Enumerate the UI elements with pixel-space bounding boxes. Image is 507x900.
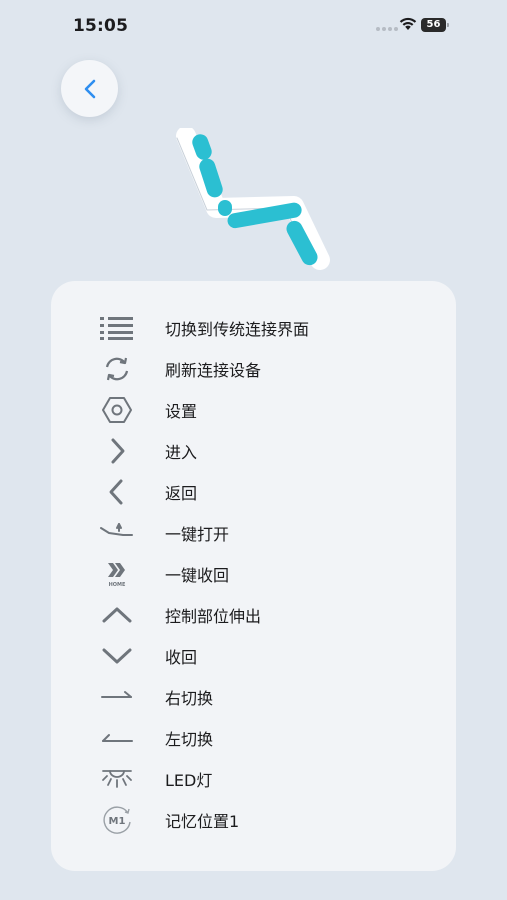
legend-label: 进入 <box>165 443 198 462</box>
hexagon-nut-icon <box>97 392 137 428</box>
back-button[interactable] <box>61 60 118 117</box>
legend-item-refresh: 刷新连接设备 <box>51 349 456 389</box>
m1-icon-text: M1 <box>109 816 126 827</box>
status-bar: 15:05 56 <box>0 0 507 52</box>
legend-label: 收回 <box>165 648 198 667</box>
legend-item-one-key-open: 一键打开 <box>51 513 456 553</box>
home-icon-text: HOME <box>109 582 126 588</box>
home-return-icon: HOME <box>97 556 137 592</box>
legend-item-return: 返回 <box>51 472 456 512</box>
arrow-left-switch-icon <box>97 720 137 756</box>
legend-item-memory-1: M1 记忆位置1 <box>51 800 456 840</box>
status-time: 15:05 <box>73 16 129 36</box>
refresh-icon <box>97 351 137 387</box>
chevron-up-icon <box>97 597 137 633</box>
arrow-right-switch-icon <box>97 679 137 715</box>
battery-icon: 56 <box>421 18 449 32</box>
legend-item-retract: 收回 <box>51 636 456 676</box>
legend-card: 切换到传统连接界面 刷新连接设备 设置 进入 返回 一键打开 HOME 一键收回… <box>51 281 456 871</box>
legend-label: 右切换 <box>165 689 214 708</box>
legend-item-led: LED灯 <box>51 759 456 799</box>
legend-item-enter: 进入 <box>51 431 456 471</box>
legend-label: LED灯 <box>165 771 213 790</box>
cellular-dots-icon <box>376 27 398 31</box>
chevron-left-icon <box>84 79 95 98</box>
legend-item-extend: 控制部位伸出 <box>51 595 456 635</box>
legend-item-settings: 设置 <box>51 390 456 430</box>
chair-open-icon <box>97 515 137 551</box>
list-icon <box>97 310 137 346</box>
memory-m1-icon: M1 <box>97 802 137 838</box>
legend-label: 设置 <box>165 402 198 421</box>
legend-item-right-switch: 右切换 <box>51 677 456 717</box>
chevron-right-icon <box>97 433 137 469</box>
legend-item-one-key-close: HOME 一键收回 <box>51 554 456 594</box>
legend-item-left-switch: 左切换 <box>51 718 456 758</box>
legend-label: 左切换 <box>165 730 214 749</box>
legend-label: 一键收回 <box>165 566 230 585</box>
legend-label: 一键打开 <box>165 525 230 544</box>
legend-label: 切换到传统连接界面 <box>165 320 310 339</box>
led-light-icon <box>97 761 137 797</box>
legend-item-list: 切换到传统连接界面 <box>51 308 456 348</box>
chevron-down-icon <box>97 638 137 674</box>
legend-label: 控制部位伸出 <box>165 607 262 626</box>
recliner-illustration <box>176 128 330 270</box>
wifi-icon <box>399 17 417 30</box>
legend-label: 记忆位置1 <box>165 812 240 831</box>
legend-label: 刷新连接设备 <box>165 361 262 380</box>
chevron-left-icon <box>97 474 137 510</box>
legend-label: 返回 <box>165 484 198 503</box>
